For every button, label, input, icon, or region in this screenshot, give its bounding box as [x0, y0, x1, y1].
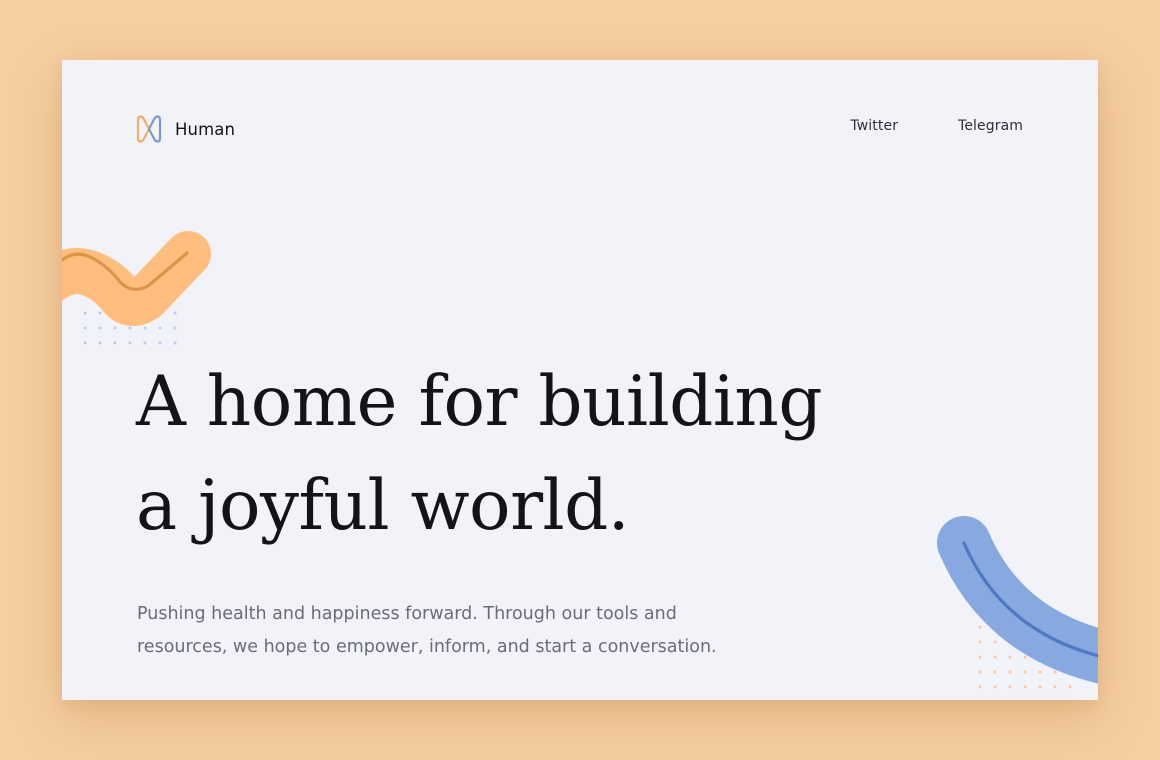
nav-link-twitter[interactable]: Twitter: [850, 118, 898, 134]
hero-headline: A home for building a joyful world.: [136, 350, 823, 558]
headline-line-1: A home for building: [136, 362, 823, 442]
nav-link-telegram[interactable]: Telegram: [958, 118, 1023, 134]
hero-subtext: Pushing health and happiness forward. Th…: [137, 598, 777, 664]
orange-squiggle-decoration: [62, 231, 211, 345]
subtext-line-2: resources, we hope to empower, inform, a…: [137, 637, 717, 657]
subtext-line-1: Pushing health and happiness forward. Th…: [137, 604, 677, 624]
human-logo-icon: [136, 115, 162, 143]
top-nav: Twitter Telegram: [850, 118, 1023, 134]
brand[interactable]: Human: [136, 114, 235, 144]
headline-line-2: a joyful world.: [136, 466, 630, 546]
brand-name: Human: [175, 119, 236, 139]
landing-page: Human Twitter Telegram A home for buildi…: [62, 60, 1098, 700]
blue-arc-decoration: [937, 516, 1098, 689]
